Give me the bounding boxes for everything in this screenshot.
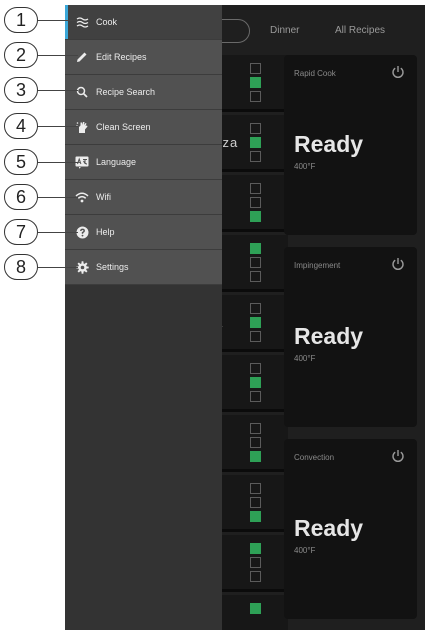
oven-indicator[interactable] <box>250 91 261 102</box>
callout-4: 4 <box>4 113 38 139</box>
oven-indicator[interactable] <box>250 257 261 268</box>
oven-selector <box>250 123 262 165</box>
oven-temperature: 400°F <box>294 546 316 555</box>
callout-2: 2 <box>4 42 38 68</box>
oven-indicator-active[interactable] <box>250 377 261 388</box>
callout-7: 7 <box>4 219 38 245</box>
oven-card[interactable]: Rapid Cook Ready 400°F <box>284 55 417 235</box>
oven-indicator[interactable] <box>250 183 261 194</box>
oven-selector <box>250 543 262 585</box>
oven-indicator[interactable] <box>250 363 261 374</box>
oven-indicator[interactable] <box>250 557 261 568</box>
callout-1: 1 <box>4 7 38 33</box>
power-icon[interactable] <box>391 449 405 463</box>
tab-all-recipes[interactable]: All Recipes <box>335 25 385 36</box>
pencil-icon <box>75 50 89 64</box>
oven-indicator[interactable] <box>250 571 261 582</box>
menu-item-wifi[interactable]: Wifi <box>65 180 222 215</box>
power-icon[interactable] <box>391 257 405 271</box>
oven-indicator[interactable] <box>250 271 261 282</box>
oven-indicator-active[interactable] <box>250 511 261 522</box>
cook-icon <box>75 15 89 29</box>
oven-indicator[interactable] <box>250 423 261 434</box>
oven-indicator[interactable] <box>250 303 261 314</box>
oven-selector <box>250 423 262 465</box>
oven-card[interactable]: Convection Ready 400°F <box>284 439 417 619</box>
oven-selector <box>250 303 262 345</box>
callout-leader <box>38 267 78 268</box>
menu-label: Cook <box>96 17 118 27</box>
oven-indicator[interactable] <box>250 331 261 342</box>
callout-leader <box>38 232 78 233</box>
menu-item-help[interactable]: Help <box>65 215 222 250</box>
oven-card[interactable]: Impingement Ready 400°F <box>284 247 417 427</box>
menu-label: Wifi <box>96 192 111 202</box>
oven-temperature: 400°F <box>294 162 316 171</box>
callout-8: 8 <box>4 254 38 280</box>
oven-indicator[interactable] <box>250 123 261 134</box>
menu-item-clean-screen[interactable]: Clean Screen <box>65 110 222 145</box>
callout-5: 5 <box>4 149 38 175</box>
menu-item-recipe-search[interactable]: Recipe Search <box>65 75 222 110</box>
oven-indicator-active[interactable] <box>250 451 261 462</box>
oven-indicator[interactable] <box>250 151 261 162</box>
menu-item-cook[interactable]: Cook <box>65 5 222 40</box>
oven-indicator-active[interactable] <box>250 317 261 328</box>
oven-status: Ready <box>294 131 364 157</box>
navigation-drawer: Cook Edit Recipes Recipe Search Clean Sc… <box>65 5 222 630</box>
oven-indicator-active[interactable] <box>250 211 261 222</box>
callout-leader <box>38 55 78 56</box>
search-icon <box>75 85 89 99</box>
callout-3: 3 <box>4 77 38 103</box>
callout-leader <box>38 197 78 198</box>
oven-name: Impingement <box>294 261 341 270</box>
menu-label: Help <box>96 227 115 237</box>
oven-selector <box>250 183 262 225</box>
oven-selector <box>250 603 262 617</box>
menu-label: Settings <box>96 262 129 272</box>
oven-indicator-active[interactable] <box>250 543 261 554</box>
oven-name: Convection <box>294 453 335 462</box>
power-icon[interactable] <box>391 65 405 79</box>
callout-leader <box>38 162 78 163</box>
menu-label: Language <box>96 157 137 167</box>
callout-leader <box>38 126 78 127</box>
oven-status: Ready <box>294 515 364 541</box>
callout-leader <box>38 90 78 91</box>
oven-indicator-active[interactable] <box>250 603 261 614</box>
oven-indicator[interactable] <box>250 483 261 494</box>
oven-indicator[interactable] <box>250 197 261 208</box>
oven-selector <box>250 363 262 405</box>
oven-indicator[interactable] <box>250 437 261 448</box>
menu-label: Edit Recipes <box>96 52 147 62</box>
oven-indicator[interactable] <box>250 391 261 402</box>
oven-indicator[interactable] <box>250 63 261 74</box>
oven-temperature: 400°F <box>294 354 316 363</box>
oven-selector <box>250 483 262 525</box>
oven-selector <box>250 63 262 105</box>
oven-status: Ready <box>294 323 364 349</box>
oven-name: Rapid Cook <box>294 69 336 78</box>
oven-indicator-active[interactable] <box>250 137 261 148</box>
oven-indicator-active[interactable] <box>250 77 261 88</box>
callout-6: 6 <box>4 184 38 210</box>
oven-indicator-active[interactable] <box>250 243 261 254</box>
clean-hand-icon <box>75 120 89 134</box>
menu-item-edit-recipes[interactable]: Edit Recipes <box>65 40 222 75</box>
menu-label: Clean Screen <box>96 122 151 132</box>
callout-leader <box>38 20 78 21</box>
menu-label: Recipe Search <box>96 87 156 97</box>
menu-item-settings[interactable]: Settings <box>65 250 222 285</box>
oven-selector <box>250 243 262 285</box>
tab-dinner[interactable]: Dinner <box>270 25 299 36</box>
menu-item-language[interactable]: Language <box>65 145 222 180</box>
oven-indicator[interactable] <box>250 497 261 508</box>
